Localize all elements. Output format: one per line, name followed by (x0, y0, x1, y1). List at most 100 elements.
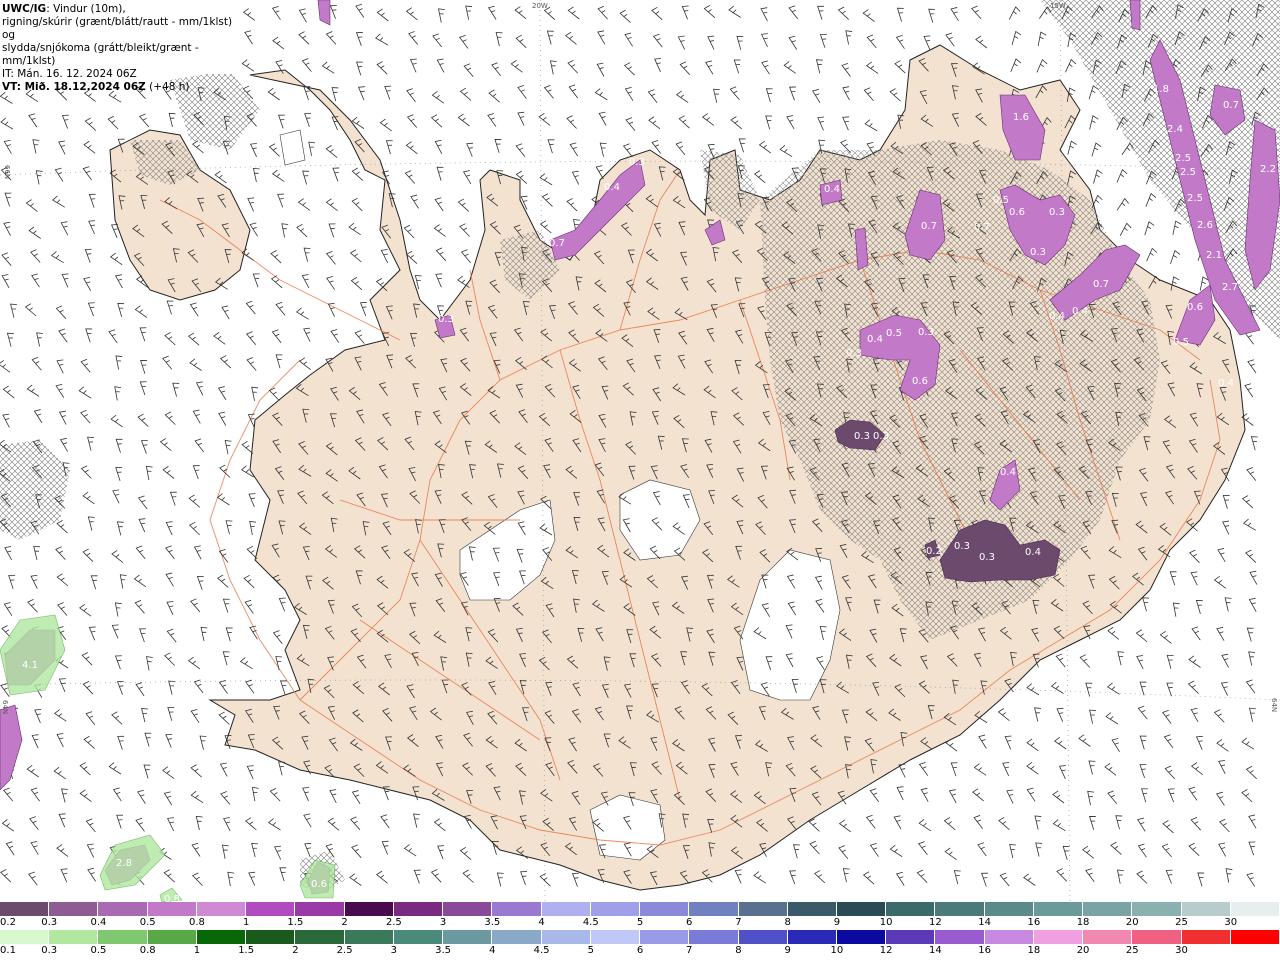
legend_snow-label: 14 (978, 917, 991, 928)
legend_rain-swatch (689, 930, 739, 944)
legend_rain-swatch (0, 930, 50, 944)
label-central-8: 0.4 (1000, 467, 1016, 478)
legend_rain-swatch (492, 930, 542, 944)
legend_snow-swatch (492, 902, 542, 916)
legend_rain-swatch (935, 930, 985, 944)
label-central-1: 0.5 (886, 328, 902, 339)
legend_rain-swatch (49, 930, 99, 944)
legend_rain-label: 8 (735, 945, 742, 956)
label-sea-8: 2.7 (1222, 282, 1238, 293)
legend_snow-label: 9 (833, 917, 841, 928)
legend_rain-label: 18 (1027, 945, 1041, 956)
legend_rain-label: 5 (587, 945, 594, 956)
legend-snow-labels: 0.2 0.3 0.4 0.5 0.8 1 1.5 2 2.5 3 3.5 4 4.5 5 6 7 8 9 10 12… (0, 917, 1280, 930)
model-name: UWC/IG (2, 3, 47, 15)
legend_rain-label: 16 (978, 945, 991, 956)
legend_rain-swatch (147, 930, 197, 944)
label-sea-10: 2.2 (1260, 164, 1276, 175)
valid-time: VT: Mið. 18.12.2024 06Z (2, 81, 146, 93)
legend-rain-swatches (0, 930, 1280, 944)
description-line-3: slydda/snjókoma (grátt/bleikt/grænt - mm… (2, 42, 199, 67)
legend_rain-swatch (246, 930, 296, 944)
label-s-2: 0.6 (311, 879, 327, 890)
legend_rain-label: 0.1 (0, 945, 16, 956)
legend_snow-swatch (836, 902, 887, 916)
legend_snow-label: 8 (784, 917, 791, 928)
legend_snow-label: 1.5 (287, 917, 304, 928)
legend-rain: 0.1 0.3 0.5 0.8 1 1.5 2 2.5 3 3.5 4 4.5 5 6 7 8 9 10 12 14 1… (0, 930, 1280, 958)
legend_rain-swatch (393, 930, 444, 944)
label-ne-5: 0.6 (1009, 207, 1025, 218)
label-sw-1: 4.1 (22, 660, 38, 671)
weather-map: 0.4 0.3 0.7 1.6 0.4 0.7 0.5 0.6 0.3 0.3 … (0, 0, 1280, 902)
legend_snow-label: 10 (879, 917, 893, 928)
legend_rain-swatch (1181, 930, 1231, 944)
label-s-3: 0.8 (164, 894, 180, 902)
label-sea-4: 2.5 (1180, 167, 1196, 178)
coord-64n: 64N (1270, 698, 1278, 712)
legend_snow-swatch (1083, 902, 1133, 916)
legend_rain-label: 20 (1076, 945, 1090, 956)
label-east-1: 0.6 (1187, 302, 1203, 313)
legend_rain-label: 6 (636, 945, 644, 956)
legend_snow-label: 7 (735, 917, 742, 928)
legend_rain-label: 1 (193, 945, 201, 956)
legend_snow-swatch (98, 902, 148, 916)
label-ne-4: 0.5 (993, 195, 1009, 206)
legend_rain-swatch (886, 930, 936, 944)
label-ne-3: 0.7 (921, 221, 937, 232)
label-central-6: 0.3 (854, 431, 870, 442)
forecast-hours: (+48 h) (149, 81, 190, 93)
legend_snow-swatch (1181, 902, 1231, 916)
legend_rain-swatch (196, 930, 247, 944)
legend_rain-swatch (295, 930, 345, 944)
legend_snow-swatch (640, 902, 690, 916)
legend_rain-label: 25 (1125, 945, 1139, 956)
legend_snow-swatch (984, 902, 1034, 916)
legend_snow-swatch (344, 902, 394, 916)
legend_rain-label: 0.3 (41, 945, 58, 956)
legend_snow-label: 25 (1175, 917, 1188, 928)
legend_snow-label: 30 (1224, 917, 1238, 928)
legend_snow-label: 0.3 (41, 917, 58, 928)
title-line: UWC/IG: Vindur (10m), (2, 3, 238, 16)
legend_rain-label: 3 (390, 945, 398, 956)
label-sea-6: 2.6 (1197, 220, 1213, 231)
label-west-1: 0.3 (438, 314, 454, 325)
legend_snow-label: 2 (341, 917, 348, 928)
map-info-box: UWC/IG: Vindur (10m), rigning/skúrir (gr… (0, 0, 238, 93)
label-central-5: 0.6 (912, 376, 928, 387)
legend_rain-swatch (984, 930, 1034, 944)
label-ne-8: 0.7 (974, 222, 990, 233)
legend_rain-label: 4 (489, 945, 496, 956)
legend_snow-swatch (1230, 902, 1280, 916)
label-central-7: 0.3 (873, 431, 889, 442)
legend_snow-swatch (295, 902, 345, 916)
legend_rain-label: 10 (830, 945, 844, 956)
legend_rain-swatch (344, 930, 394, 944)
legend_rain-swatch (1230, 930, 1280, 944)
label-ne-7: 0.3 (1030, 247, 1046, 258)
legend_snow-label: 4.5 (582, 917, 599, 928)
label-sea-5: 2.5 (1187, 193, 1203, 204)
label-ne-9: 0.4 (1049, 311, 1065, 322)
label-central-2: 0.3 (918, 327, 934, 338)
legend_snow-label: 6 (686, 917, 693, 928)
legend_rain-label: 9 (784, 945, 791, 956)
label-sea-1: 1.8 (1153, 84, 1169, 95)
legend-snow: 0.2 0.3 0.4 0.5 0.8 1 1.5 2 2.5 3 3.5 4 4.5 5 6 7 8 9 10 12… (0, 902, 1280, 930)
issue-time: IT: Mán. 16. 12. 2024 06Z (2, 68, 137, 80)
legend_rain-label: 2.5 (336, 945, 353, 956)
legend_rain-label: 3.5 (435, 945, 452, 956)
legend_rain-swatch (1083, 930, 1133, 944)
legend_rain-swatch (640, 930, 690, 944)
legend_snow-swatch (443, 902, 493, 916)
label-se-2: 0.3 (954, 541, 970, 552)
legend_rain-label: 7 (686, 945, 693, 956)
legend_rain-label: 12 (879, 945, 893, 956)
legend_rain-label: 30 (1175, 945, 1188, 956)
label-central-3: 0.4 (867, 334, 883, 345)
legend_snow-swatch (787, 902, 837, 916)
legend_rain-swatch (590, 930, 641, 944)
legend_snow-swatch (246, 902, 296, 916)
